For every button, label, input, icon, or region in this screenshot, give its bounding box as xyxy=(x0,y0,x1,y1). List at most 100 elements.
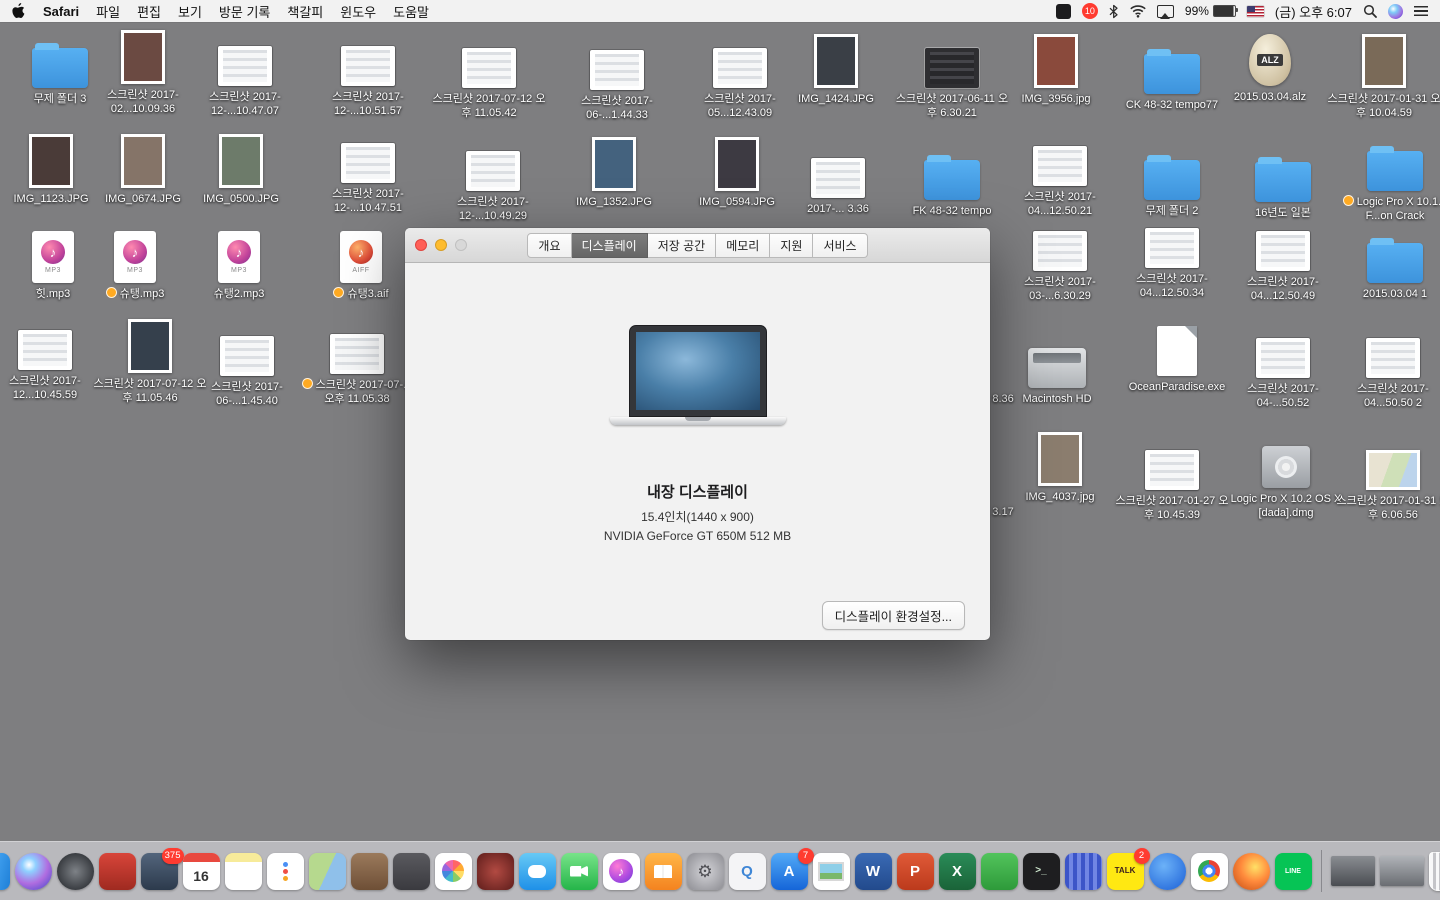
desktop-icon[interactable]: IMG_3956.jpg xyxy=(996,30,1116,106)
dock-green-app-icon[interactable] xyxy=(981,853,1018,890)
dock-messages-icon[interactable] xyxy=(519,853,556,890)
window-titlebar[interactable]: 개요디스플레이저장 공간메모리지원서비스 xyxy=(405,228,990,263)
desktop-icon[interactable]: 스크린샷 2017-04...12.50.49 xyxy=(1223,213,1343,304)
dock-word-icon[interactable]: W xyxy=(855,853,892,890)
desktop-icon[interactable]: 스크린샷 2017-07-12 오후 11.05.42 xyxy=(429,30,549,121)
desktop-icon[interactable]: ♪AIFF슈탱3.aif xyxy=(301,225,421,301)
dock-maps-icon[interactable] xyxy=(309,853,346,890)
desktop-icon[interactable]: 스크린샷 2017-06-11 오후 6.30.21 xyxy=(892,30,1012,121)
display-preferences-button[interactable]: 디스플레이 환경설정... xyxy=(822,601,965,630)
desktop-icon[interactable]: Logic Pro X 10.2 OS X [dada].dmg xyxy=(1226,430,1346,521)
wifi-icon[interactable] xyxy=(1130,5,1146,18)
dock-powerpoint-icon[interactable]: P xyxy=(897,853,934,890)
menu-책갈피[interactable]: 책갈피 xyxy=(287,2,323,21)
desktop-icon[interactable]: Macintosh HD xyxy=(997,330,1117,406)
menu-편집[interactable]: 편집 xyxy=(137,2,161,21)
desktop-icon[interactable]: 무제 폴더 2 xyxy=(1112,142,1232,218)
dock-firefox-icon[interactable] xyxy=(1233,853,1270,890)
menu-윈도우[interactable]: 윈도우 xyxy=(340,2,376,21)
tab-지원[interactable]: 지원 xyxy=(770,233,813,258)
minimize-button[interactable] xyxy=(435,239,447,251)
desktop-icon[interactable]: 스크린샷 2017-06-...1.44.33 xyxy=(557,32,677,123)
tab-서비스[interactable]: 서비스 xyxy=(813,233,867,258)
notification-center-icon[interactable] xyxy=(1414,6,1428,16)
dock-facetime-icon[interactable] xyxy=(561,853,598,890)
desktop-icon[interactable]: IMG_0500.JPG xyxy=(181,130,301,206)
dock-photo-booth-icon[interactable] xyxy=(477,853,514,890)
dock-trash-icon[interactable] xyxy=(1429,852,1440,891)
dock-terminal-icon[interactable]: >_ xyxy=(1023,853,1060,890)
desktop-icon[interactable]: 스크린샷 2017-06-...1.45.40 xyxy=(187,318,307,409)
dock-calendar-icon[interactable]: 16 xyxy=(183,853,220,890)
close-button[interactable] xyxy=(415,239,427,251)
tab-디스플레이[interactable]: 디스플레이 xyxy=(572,233,648,258)
dock-finder-icon[interactable] xyxy=(0,853,10,890)
desktop-icon[interactable]: 스크린샷 2017-07-... 오후 11.05.38 xyxy=(297,316,417,407)
dock-minimized-window-2-icon[interactable] xyxy=(1380,856,1424,886)
us-flag-input-source-icon[interactable] xyxy=(1247,6,1264,17)
desktop-icon[interactable]: ALZ2015.03.04.alz xyxy=(1210,28,1330,104)
dock-app-store-icon[interactable]: A7 xyxy=(771,853,808,890)
desktop-icon[interactable]: 스크린샷 2017-04...50.50 2 xyxy=(1333,320,1440,411)
desktop-icon[interactable]: Logic Pro X 10.1.1 F...on Crack xyxy=(1335,133,1440,224)
desktop-icon[interactable]: 2015.03.04 1 xyxy=(1335,225,1440,301)
menu-bar-clock[interactable]: (금) 오후 6:07 xyxy=(1275,2,1352,21)
display-mirroring-icon[interactable] xyxy=(1157,5,1174,18)
dock-launchpad-icon[interactable] xyxy=(57,853,94,890)
menu-보기[interactable]: 보기 xyxy=(178,2,202,21)
desktop-icon[interactable]: 스크린샷 2017-12-...10.47.07 xyxy=(185,28,305,119)
siri-icon[interactable] xyxy=(1388,4,1403,19)
active-app-name[interactable]: Safari xyxy=(43,4,79,19)
tab-개요[interactable]: 개요 xyxy=(527,233,571,258)
tab-메모리[interactable]: 메모리 xyxy=(716,233,770,258)
desktop-icon[interactable]: 스크린샷 2017-01-27 오후 10.45.39 xyxy=(1112,432,1232,523)
dock-gray-app-icon[interactable] xyxy=(393,853,430,890)
desktop-icon[interactable]: FK 48-32 tempo xyxy=(892,142,1012,218)
battery-indicator[interactable]: 99% xyxy=(1185,4,1236,18)
desktop-icon[interactable]: 스크린샷 2017-03-...6.30.29 xyxy=(1000,213,1120,304)
spotlight-icon[interactable] xyxy=(1363,4,1377,18)
desktop-icon[interactable]: OceanParadise.exe xyxy=(1117,318,1237,394)
dock-notes-icon[interactable] xyxy=(225,853,262,890)
kakaotalk-status-icon[interactable]: 10 xyxy=(1082,3,1098,19)
desktop-icon[interactable]: 스크린샷 2017-01-31 오후 6.06.56 xyxy=(1333,432,1440,523)
desktop-icon[interactable]: IMG_1352.JPG xyxy=(554,133,674,209)
dock-chrome-icon[interactable] xyxy=(1191,853,1228,890)
dock-siri-icon[interactable] xyxy=(15,853,52,890)
dock-photos-icon[interactable] xyxy=(435,853,472,890)
dock-itunes-icon[interactable]: ♪ xyxy=(603,853,640,890)
menu-도움말[interactable]: 도움말 xyxy=(393,2,429,21)
desktop-icon[interactable]: ♪MP3슈탱2.mp3 xyxy=(179,225,299,301)
desktop-icon[interactable]: IMG_4037.jpg xyxy=(1000,428,1120,504)
dock-kakaotalk-icon[interactable]: TALK2 xyxy=(1107,853,1144,890)
dock-red-grid-app-icon[interactable] xyxy=(99,853,136,890)
desktop-icon[interactable]: 스크린샷 2017-12-...10.51.57 xyxy=(308,28,428,119)
tab-저장 공간[interactable]: 저장 공간 xyxy=(648,233,717,258)
dock-line-icon[interactable]: LINE xyxy=(1275,853,1312,890)
desktop-icon[interactable]: 2017-... 3.36 xyxy=(778,140,898,216)
dock-compass-app-icon[interactable] xyxy=(1149,853,1186,890)
dock-quicktime-icon[interactable]: Q xyxy=(729,853,766,890)
desktop-icon[interactable]: 스크린샷 2017-01-31 오후 10.04.59 xyxy=(1324,30,1440,121)
desktop-icon[interactable]: 스크린샷 2017-04...12.50.21 xyxy=(1000,128,1120,219)
line-status-icon[interactable] xyxy=(1056,4,1071,19)
dock-minimized-window-1-icon[interactable] xyxy=(1331,856,1375,886)
desktop-icon[interactable]: 스크린샷 2017-12-...10.49.29 xyxy=(433,133,553,224)
dock-system-preferences-icon[interactable]: ⚙ xyxy=(687,853,724,890)
dock-ibooks-icon[interactable] xyxy=(645,853,682,890)
desktop-icon[interactable]: 스크린샷 2017-04-...50.52 xyxy=(1223,320,1343,411)
desktop-icon[interactable]: 스크린샷 2017-04...12.50.34 xyxy=(1112,210,1232,301)
dock-photo-library-app-icon[interactable]: 375 xyxy=(141,853,178,890)
bluetooth-icon[interactable] xyxy=(1109,4,1119,19)
desktop-icon[interactable]: 16년도 일본 xyxy=(1223,144,1343,220)
menu-방문 기록[interactable]: 방문 기록 xyxy=(219,2,270,21)
menu-파일[interactable]: 파일 xyxy=(96,2,120,21)
dock-stripes-app-icon[interactable] xyxy=(1065,853,1102,890)
dock-preview-app-icon[interactable] xyxy=(813,853,850,890)
apple-menu-icon[interactable] xyxy=(12,3,26,19)
dock-brown-app-icon[interactable] xyxy=(351,853,388,890)
dock-excel-icon[interactable]: X xyxy=(939,853,976,890)
dock-reminders-icon[interactable] xyxy=(267,853,304,890)
desktop-icon[interactable]: 스크린샷 2017-12-...10.47.51 xyxy=(308,125,428,216)
desktop-icon[interactable]: IMG_1424.JPG xyxy=(776,30,896,106)
